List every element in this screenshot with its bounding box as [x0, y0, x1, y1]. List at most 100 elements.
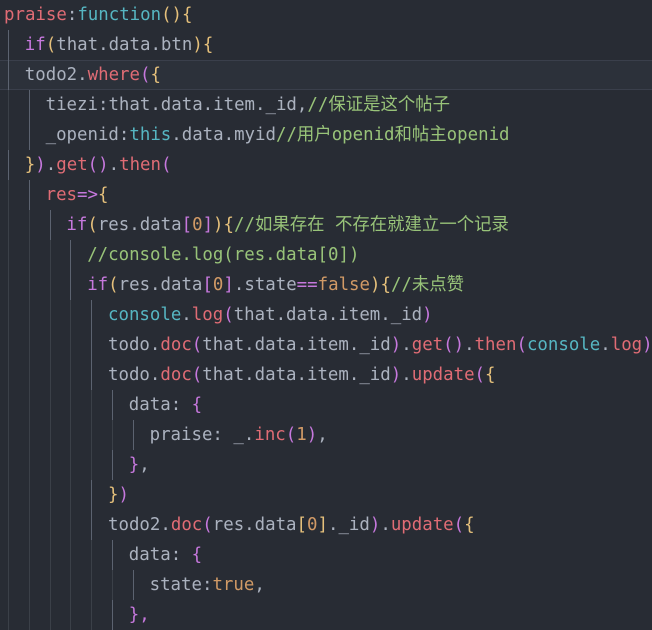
code-token: log [191, 305, 224, 325]
code-token: { [191, 395, 203, 415]
indent-guide [28, 180, 30, 210]
indent-guide [8, 510, 9, 540]
code-token: => [77, 185, 98, 205]
code-content: }) [108, 480, 129, 510]
code-token: . [45, 155, 57, 175]
code-token: ( [223, 305, 234, 325]
code-line[interactable]: }).get().then( [0, 150, 652, 180]
code-line[interactable]: state:true, [0, 570, 652, 600]
indent-guide [28, 480, 30, 510]
code-token: ) [390, 365, 402, 385]
code-line[interactable]: praise:function(){ [0, 0, 652, 30]
code-line[interactable]: praise: _.inc(1), [0, 420, 652, 450]
indent-guide [70, 240, 72, 270]
code-token: { [191, 545, 203, 565]
code-content: data: { [129, 390, 202, 420]
code-token: data [128, 395, 171, 415]
code-token: (){ [161, 5, 193, 25]
code-token: ( [108, 275, 119, 295]
code-line[interactable]: res=>{ [0, 180, 652, 210]
code-token: } [108, 485, 119, 505]
code-token: console [108, 305, 182, 325]
code-token: ] [202, 215, 214, 235]
code-line[interactable]: todo2.doc(res.data[0]._id).update({ [0, 510, 652, 540]
code-line[interactable]: }, [0, 450, 652, 480]
code-content: }, [129, 450, 150, 480]
indent-guide [112, 540, 113, 570]
code-token: }, [128, 605, 150, 625]
code-token: ) [642, 335, 652, 355]
code-token: that.data.item._id [202, 365, 391, 385]
indent-guide [28, 210, 30, 240]
code-token: { [223, 215, 235, 235]
indent-guide [28, 300, 30, 330]
indent-guide [8, 180, 9, 210]
code-line[interactable]: todo2.where({ [0, 60, 652, 90]
indent-guide [49, 240, 51, 270]
indent-guide [132, 570, 134, 600]
code-token: inc [254, 425, 286, 445]
indent-guide [28, 330, 30, 360]
code-token: : [97, 95, 109, 115]
code-token: update [411, 365, 475, 385]
code-token: ( [191, 365, 203, 385]
indent-guide [49, 270, 51, 300]
code-content: praise: _.inc(1), [150, 420, 328, 450]
code-token: ){ [192, 35, 214, 55]
code-token: ( [202, 515, 213, 535]
code-token: //如果存在 不存在就建立一个记录 [234, 215, 509, 235]
code-token: todo2 [108, 515, 161, 535]
indent-guide [91, 330, 93, 360]
indent-guide [49, 450, 51, 480]
indent-guide [49, 570, 51, 600]
indent-guide [8, 480, 9, 510]
code-line[interactable]: todo.doc(that.data.item._id).update({ [0, 360, 652, 390]
code-line[interactable]: _openid:this.data.myid//用户openid和帖主openi… [0, 120, 652, 150]
code-line[interactable]: }) [0, 480, 652, 510]
code-token: ( [87, 215, 98, 235]
code-line[interactable]: if(res.data[0].state==false){//未点赞 [0, 270, 652, 300]
code-line[interactable]: tiezi:that.data.item._id,//保证是这个帖子 [0, 90, 652, 120]
code-line[interactable]: data: { [0, 540, 652, 570]
code-line[interactable]: data: { [0, 390, 652, 420]
code-token: . [160, 515, 171, 535]
code-token: { [485, 365, 496, 385]
code-line[interactable]: if(res.data[0]){//如果存在 不存在就建立一个记录 [0, 210, 652, 240]
indent-guide [70, 300, 72, 330]
code-token: } [24, 155, 36, 175]
code-token: { [380, 275, 391, 295]
indent-guide [28, 420, 30, 450]
code-token: that.data.item._id [233, 305, 423, 325]
indent-guide [28, 540, 30, 570]
code-token: .data.myid [171, 125, 276, 145]
code-line[interactable]: todo.doc(that.data.item._id).get().then(… [0, 330, 652, 360]
code-token: ) [369, 515, 381, 535]
code-token: ( [453, 515, 465, 535]
code-token: todo2 [24, 65, 78, 85]
indent-guide [28, 450, 30, 480]
indent-guide [112, 390, 113, 420]
indent-guide [49, 210, 51, 240]
code-token: todo [108, 335, 150, 355]
indent-guide [112, 450, 113, 480]
indent-guide [70, 540, 72, 570]
code-line[interactable]: console.log(that.data.item._id) [0, 300, 652, 330]
code-token: 0 [192, 215, 203, 235]
code-token: . [464, 335, 475, 355]
indent-guide [70, 270, 72, 300]
code-token: state [149, 575, 202, 595]
code-line[interactable]: //console.log(res.data[0]) [0, 240, 652, 270]
code-editor[interactable]: praise:function(){if(that.data.btn){todo… [0, 0, 652, 630]
indent-guide [28, 120, 30, 150]
code-line[interactable]: if(that.data.btn){ [0, 30, 652, 60]
code-content: res=>{ [46, 180, 109, 210]
code-token: ) [306, 425, 318, 445]
indent-guide [8, 60, 9, 90]
code-token: then [474, 335, 517, 355]
code-token: () [87, 155, 109, 175]
code-token: . [243, 425, 255, 445]
indent-guide [70, 450, 72, 480]
code-content: todo2.where({ [25, 60, 161, 90]
code-token: function [77, 5, 162, 25]
indent-guide [91, 570, 93, 600]
